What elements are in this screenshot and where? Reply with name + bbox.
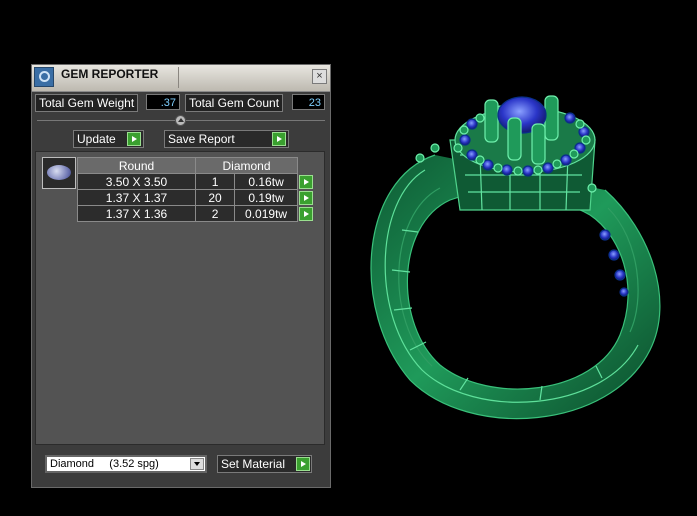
update-button-label: Update — [77, 132, 116, 146]
dropdown-arrow-icon[interactable] — [190, 458, 204, 470]
go-arrow-icon[interactable] — [299, 174, 313, 189]
row-count: 20 — [194, 189, 236, 206]
total-gem-count-value: 23 — [292, 94, 325, 110]
collapse-knob-icon[interactable] — [175, 115, 186, 126]
row-count: 2 — [194, 205, 236, 222]
row-size: 3.50 X 3.50 — [77, 173, 196, 190]
table-row[interactable]: 3.50 X 3.50 1 0.16tw — [77, 173, 316, 190]
go-arrow-icon[interactable] — [127, 132, 141, 146]
material-select-value: Diamond (3.52 spg) — [50, 458, 159, 470]
row-weight: 0.19tw — [234, 189, 298, 206]
go-arrow-icon[interactable] — [299, 190, 313, 205]
window-title: GEM REPORTER — [61, 67, 159, 81]
gem-oval-icon — [47, 165, 71, 180]
app-icon — [34, 67, 54, 87]
total-gem-weight-value: .37 — [146, 94, 180, 110]
go-arrow-icon[interactable] — [299, 206, 313, 221]
table-row[interactable]: 1.37 X 1.36 2 0.019tw — [77, 205, 316, 222]
save-report-button-label: Save Report — [168, 132, 235, 146]
go-arrow-icon[interactable] — [296, 457, 310, 471]
save-report-button[interactable]: Save Report — [164, 130, 289, 148]
close-icon[interactable]: × — [312, 69, 327, 84]
gem-table: Round Diamond 3.50 X 3.50 1 0.16tw 1.37 … — [77, 157, 316, 222]
gem-list-area: Round Diamond 3.50 X 3.50 1 0.16tw 1.37 … — [35, 151, 325, 445]
total-gem-weight-label: Total Gem Weight — [35, 94, 139, 112]
row-weight: 0.16tw — [234, 173, 298, 190]
row-weight: 0.019tw — [234, 205, 298, 222]
table-row[interactable]: 1.37 X 1.37 20 0.19tw — [77, 189, 316, 206]
row-count: 1 — [194, 173, 236, 190]
update-button[interactable]: Update — [73, 130, 144, 148]
row-size: 1.37 X 1.37 — [77, 189, 196, 206]
row-size: 1.37 X 1.36 — [77, 205, 196, 222]
go-arrow-icon[interactable] — [272, 132, 286, 146]
ring-model — [370, 95, 661, 420]
gem-reporter-panel: GEM REPORTER × Total Gem Weight .37 Tota… — [31, 64, 331, 488]
header-shape: Round — [77, 157, 196, 174]
set-material-button[interactable]: Set Material — [217, 455, 312, 473]
set-material-button-label: Set Material — [221, 457, 286, 471]
total-gem-count-label: Total Gem Count — [185, 94, 284, 112]
title-separator — [178, 67, 179, 88]
title-bar[interactable]: GEM REPORTER × — [32, 65, 330, 92]
header-material: Diamond — [195, 157, 298, 174]
ring-3d-viewport[interactable] — [340, 60, 690, 440]
material-select[interactable]: Diamond (3.52 spg) — [45, 455, 207, 473]
gem-thumbnail[interactable] — [42, 157, 76, 189]
